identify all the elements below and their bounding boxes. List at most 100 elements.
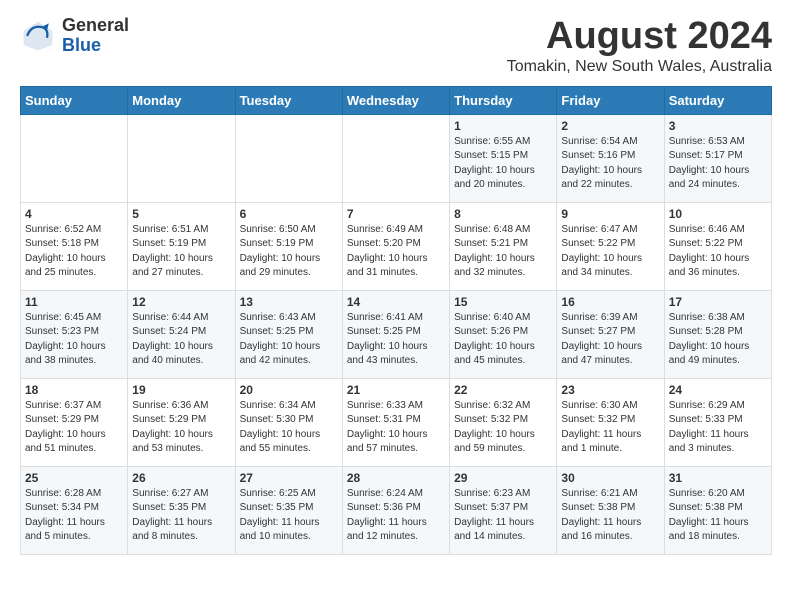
day-info: Sunrise: 6:44 AM Sunset: 5:24 PM Dayligh…: [132, 311, 230, 369]
day-number: 22: [454, 383, 552, 397]
calendar-cell: 27 Sunrise: 6:25 AM Sunset: 5:35 PM Dayli…: [235, 466, 342, 554]
day-number: 31: [669, 471, 767, 485]
day-number: 1: [454, 119, 552, 133]
day-number: 27: [240, 471, 338, 485]
day-number: 12: [132, 295, 230, 309]
calendar-cell: 21 Sunrise: 6:33 AM Sunset: 5:31 PM Dayli…: [342, 378, 449, 466]
calendar-cell: 26Sunrise: 6:27 AM Sunset: 5:35 PM Dayli…: [128, 466, 235, 554]
day-info: Sunrise: 6:25 AM Sunset: 5:35 PM Dayligh…: [240, 487, 338, 545]
calendar-cell: 16Sunrise: 6:39 AM Sunset: 5:27 PM Dayli…: [557, 290, 664, 378]
calendar-week-row: 11Sunrise: 6:45 AM Sunset: 5:23 PM Dayli…: [21, 290, 772, 378]
month-title: August 2024: [507, 16, 772, 58]
day-number: 6: [240, 207, 338, 221]
day-info: Sunrise: 6:40 AM Sunset: 5:26 PM Dayligh…: [454, 311, 552, 369]
day-info: Sunrise: 6:54 AM Sunset: 5:16 PM Dayligh…: [561, 135, 659, 193]
page-header: General Blue August 2024 Tomakin, New So…: [20, 16, 772, 76]
day-info: Sunrise: 6:33 AM Sunset: 5:31 PM Dayligh…: [347, 399, 445, 457]
logo-blue-text: Blue: [62, 36, 129, 56]
calendar-cell: 4 Sunrise: 6:52 AM Sunset: 5:18 PM Daylig…: [21, 202, 128, 290]
day-number: 21: [347, 383, 445, 397]
calendar-cell: 1 Sunrise: 6:55 AM Sunset: 5:15 PM Daylig…: [450, 114, 557, 202]
logo-general-text: General: [62, 16, 129, 36]
day-number: 15: [454, 295, 552, 309]
day-info: Sunrise: 6:53 AM Sunset: 5:17 PM Dayligh…: [669, 135, 767, 193]
day-number: 7: [347, 207, 445, 221]
day-number: 20: [240, 383, 338, 397]
day-info: Sunrise: 6:28 AM Sunset: 5:34 PM Dayligh…: [25, 487, 123, 545]
day-info: Sunrise: 6:48 AM Sunset: 5:21 PM Dayligh…: [454, 223, 552, 281]
logo-text: General Blue: [62, 16, 129, 56]
weekday-header: Saturday: [664, 86, 771, 114]
day-info: Sunrise: 6:20 AM Sunset: 5:38 PM Dayligh…: [669, 487, 767, 545]
weekday-header: Sunday: [21, 86, 128, 114]
day-info: Sunrise: 6:52 AM Sunset: 5:18 PM Dayligh…: [25, 223, 123, 281]
calendar-table: SundayMondayTuesdayWednesdayThursdayFrid…: [20, 86, 772, 555]
day-info: Sunrise: 6:50 AM Sunset: 5:19 PM Dayligh…: [240, 223, 338, 281]
day-number: 17: [669, 295, 767, 309]
day-number: 25: [25, 471, 123, 485]
day-number: 3: [669, 119, 767, 133]
calendar-cell: 29 Sunrise: 6:23 AM Sunset: 5:37 PM Dayli…: [450, 466, 557, 554]
calendar-cell: [21, 114, 128, 202]
day-number: 29: [454, 471, 552, 485]
logo-icon: [20, 18, 56, 54]
day-number: 30: [561, 471, 659, 485]
calendar-cell: 18Sunrise: 6:37 AM Sunset: 5:29 PM Dayli…: [21, 378, 128, 466]
calendar-cell: 9 Sunrise: 6:47 AM Sunset: 5:22 PM Daylig…: [557, 202, 664, 290]
day-info: Sunrise: 6:23 AM Sunset: 5:37 PM Dayligh…: [454, 487, 552, 545]
weekday-header: Monday: [128, 86, 235, 114]
calendar-cell: 3 Sunrise: 6:53 AM Sunset: 5:17 PM Daylig…: [664, 114, 771, 202]
header-row: SundayMondayTuesdayWednesdayThursdayFrid…: [21, 86, 772, 114]
day-number: 28: [347, 471, 445, 485]
calendar-cell: 22Sunrise: 6:32 AM Sunset: 5:32 PM Dayli…: [450, 378, 557, 466]
calendar-cell: 15 Sunrise: 6:40 AM Sunset: 5:26 PM Dayli…: [450, 290, 557, 378]
title-block: August 2024 Tomakin, New South Wales, Au…: [507, 16, 772, 76]
day-number: 13: [240, 295, 338, 309]
day-info: Sunrise: 6:37 AM Sunset: 5:29 PM Dayligh…: [25, 399, 123, 457]
weekday-header: Thursday: [450, 86, 557, 114]
day-info: Sunrise: 6:46 AM Sunset: 5:22 PM Dayligh…: [669, 223, 767, 281]
weekday-header: Tuesday: [235, 86, 342, 114]
day-info: Sunrise: 6:47 AM Sunset: 5:22 PM Dayligh…: [561, 223, 659, 281]
calendar-cell: 10 Sunrise: 6:46 AM Sunset: 5:22 PM Dayli…: [664, 202, 771, 290]
day-number: 24: [669, 383, 767, 397]
calendar-cell: 6 Sunrise: 6:50 AM Sunset: 5:19 PM Daylig…: [235, 202, 342, 290]
day-info: Sunrise: 6:41 AM Sunset: 5:25 PM Dayligh…: [347, 311, 445, 369]
calendar-cell: [342, 114, 449, 202]
day-number: 4: [25, 207, 123, 221]
calendar-cell: 7 Sunrise: 6:49 AM Sunset: 5:20 PM Daylig…: [342, 202, 449, 290]
day-info: Sunrise: 6:43 AM Sunset: 5:25 PM Dayligh…: [240, 311, 338, 369]
calendar-week-row: 25 Sunrise: 6:28 AM Sunset: 5:34 PM Dayli…: [21, 466, 772, 554]
calendar-cell: 8 Sunrise: 6:48 AM Sunset: 5:21 PM Daylig…: [450, 202, 557, 290]
day-info: Sunrise: 6:24 AM Sunset: 5:36 PM Dayligh…: [347, 487, 445, 545]
day-number: 5: [132, 207, 230, 221]
day-info: Sunrise: 6:34 AM Sunset: 5:30 PM Dayligh…: [240, 399, 338, 457]
day-info: Sunrise: 6:38 AM Sunset: 5:28 PM Dayligh…: [669, 311, 767, 369]
calendar-cell: 28 Sunrise: 6:24 AM Sunset: 5:36 PM Dayli…: [342, 466, 449, 554]
day-number: 8: [454, 207, 552, 221]
calendar-cell: 14Sunrise: 6:41 AM Sunset: 5:25 PM Dayli…: [342, 290, 449, 378]
calendar-week-row: 18Sunrise: 6:37 AM Sunset: 5:29 PM Dayli…: [21, 378, 772, 466]
day-number: 10: [669, 207, 767, 221]
day-info: Sunrise: 6:27 AM Sunset: 5:35 PM Dayligh…: [132, 487, 230, 545]
calendar-week-row: 1 Sunrise: 6:55 AM Sunset: 5:15 PM Daylig…: [21, 114, 772, 202]
day-number: 23: [561, 383, 659, 397]
day-info: Sunrise: 6:39 AM Sunset: 5:27 PM Dayligh…: [561, 311, 659, 369]
calendar-cell: 23 Sunrise: 6:30 AM Sunset: 5:32 PM Dayli…: [557, 378, 664, 466]
day-info: Sunrise: 6:49 AM Sunset: 5:20 PM Dayligh…: [347, 223, 445, 281]
day-number: 19: [132, 383, 230, 397]
day-info: Sunrise: 6:30 AM Sunset: 5:32 PM Dayligh…: [561, 399, 659, 457]
calendar-week-row: 4 Sunrise: 6:52 AM Sunset: 5:18 PM Daylig…: [21, 202, 772, 290]
calendar-cell: 20 Sunrise: 6:34 AM Sunset: 5:30 PM Dayli…: [235, 378, 342, 466]
day-info: Sunrise: 6:51 AM Sunset: 5:19 PM Dayligh…: [132, 223, 230, 281]
calendar-cell: [235, 114, 342, 202]
calendar-cell: [128, 114, 235, 202]
day-info: Sunrise: 6:55 AM Sunset: 5:15 PM Dayligh…: [454, 135, 552, 193]
calendar-cell: 13 Sunrise: 6:43 AM Sunset: 5:25 PM Dayli…: [235, 290, 342, 378]
day-info: Sunrise: 6:21 AM Sunset: 5:38 PM Dayligh…: [561, 487, 659, 545]
day-number: 9: [561, 207, 659, 221]
calendar-cell: 12 Sunrise: 6:44 AM Sunset: 5:24 PM Dayli…: [128, 290, 235, 378]
day-number: 2: [561, 119, 659, 133]
day-info: Sunrise: 6:45 AM Sunset: 5:23 PM Dayligh…: [25, 311, 123, 369]
location-title: Tomakin, New South Wales, Australia: [507, 58, 772, 76]
